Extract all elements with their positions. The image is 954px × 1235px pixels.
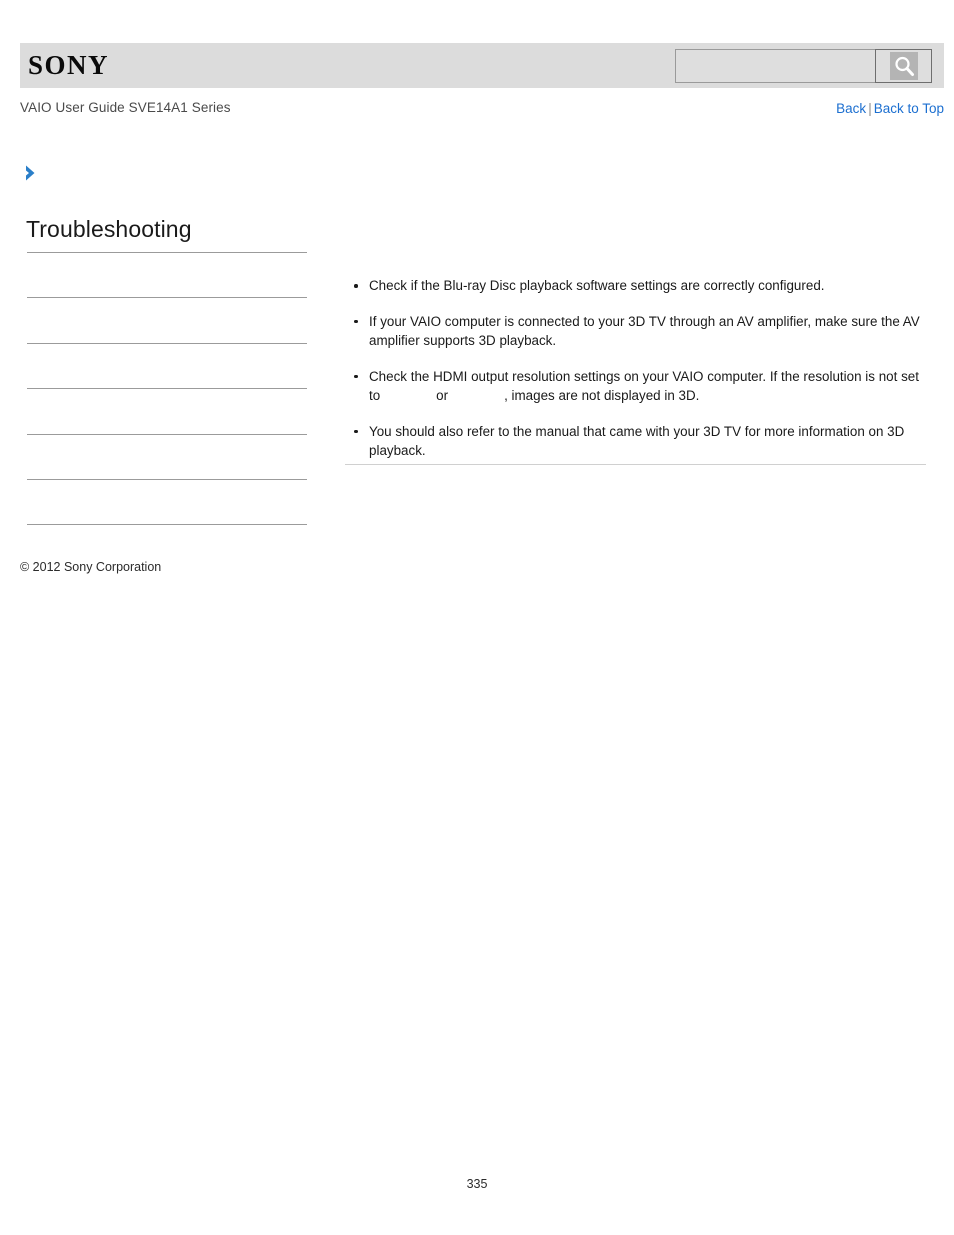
sidebar-item-2[interactable] xyxy=(27,298,307,344)
bullet-item: You should also refer to the manual that… xyxy=(345,422,927,461)
sidebar-item-5[interactable] xyxy=(27,435,307,480)
bullet-text: Check if the Blu-ray Disc playback softw… xyxy=(369,278,825,293)
sidebar-nav-list xyxy=(27,252,307,526)
search-area xyxy=(675,48,932,83)
bullet-text: , images are not displayed in 3D. xyxy=(504,388,700,403)
chevron-right-icon[interactable] xyxy=(24,164,40,182)
subheader: VAIO User Guide SVE14A1 Series Back | Back… xyxy=(0,100,954,124)
site-header: SONY xyxy=(20,43,944,88)
sidebar-item-4[interactable] xyxy=(27,389,307,435)
sony-logo: SONY xyxy=(28,50,110,80)
content-divider xyxy=(345,464,926,465)
copyright-text: © 2012 Sony Corporation xyxy=(20,560,162,574)
sidebar-item-3[interactable] xyxy=(27,344,307,390)
sidebar-item-6[interactable] xyxy=(27,480,307,526)
main-content: Check if the Blu-ray Disc playback softw… xyxy=(345,276,927,461)
search-icon xyxy=(889,51,918,80)
page-number: 335 xyxy=(466,1177,488,1191)
nav-separator: | xyxy=(868,101,872,116)
unrendered-text-gap xyxy=(384,386,436,406)
guide-title: VAIO User Guide SVE14A1 Series xyxy=(20,100,231,115)
unrendered-text-gap xyxy=(452,386,504,406)
bullet-text: or xyxy=(436,388,452,403)
bullet-item: If your VAIO computer is connected to yo… xyxy=(345,312,927,351)
bullet-item: Check if the Blu-ray Disc playback softw… xyxy=(345,276,927,296)
header-nav: Back | Back to Top xyxy=(836,101,944,116)
search-input[interactable] xyxy=(675,48,875,83)
bullet-text: If your VAIO computer is connected to yo… xyxy=(369,313,920,349)
sidebar-item-1[interactable] xyxy=(27,253,307,299)
back-link[interactable]: Back xyxy=(836,101,866,116)
bullet-text: You should also refer to the manual that… xyxy=(369,423,905,459)
page-title: Troubleshooting xyxy=(26,216,192,242)
troubleshooting-bullet-list: Check if the Blu-ray Disc playback softw… xyxy=(345,276,927,461)
back-to-top-link[interactable]: Back to Top xyxy=(874,101,944,116)
search-button[interactable] xyxy=(875,48,932,83)
bullet-item: Check the HDMI output resolution setting… xyxy=(345,367,927,406)
